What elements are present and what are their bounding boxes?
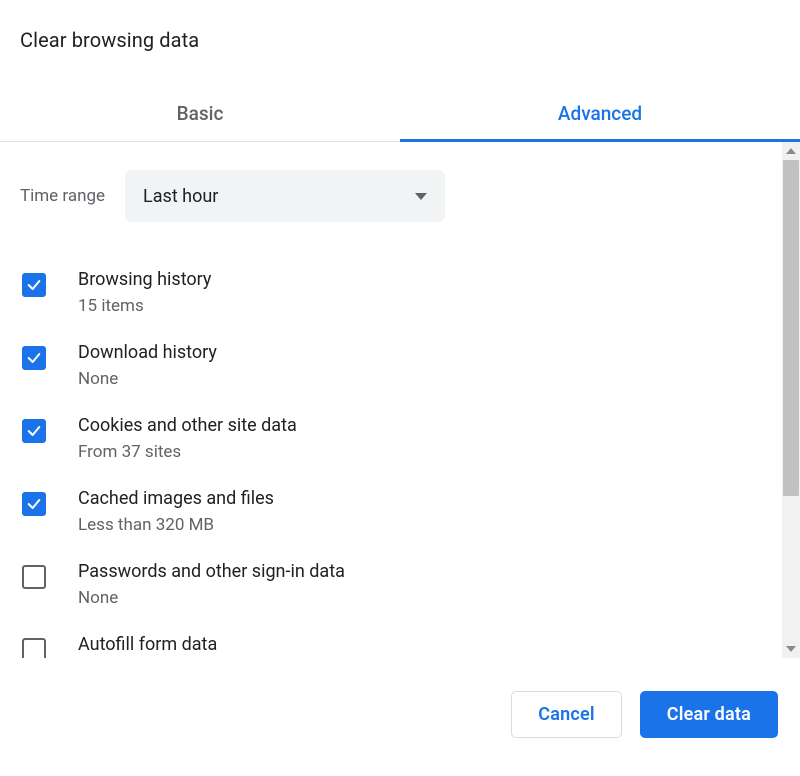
option-title: Cached images and files — [78, 488, 274, 509]
content: Time range Last hour Browsing history 15 … — [0, 142, 782, 658]
option-text: Browsing history 15 items — [78, 269, 211, 316]
scrollbar-track[interactable] — [782, 160, 800, 640]
option-text: Cookies and other site data From 37 sites — [78, 415, 297, 462]
tabs: Basic Advanced — [0, 88, 800, 142]
option-text: Cached images and files Less than 320 MB — [78, 488, 274, 535]
check-icon — [26, 496, 42, 512]
option-title: Autofill form data — [78, 634, 217, 655]
footer: Cancel Clear data — [0, 691, 800, 738]
option-subtitle: None — [78, 369, 217, 389]
option-text: Passwords and other sign-in data None — [78, 561, 345, 608]
option-subtitle: Less than 320 MB — [78, 515, 274, 535]
options-list: Browsing history 15 items Download history… — [22, 256, 762, 658]
tab-advanced[interactable]: Advanced — [400, 88, 800, 141]
tab-basic[interactable]: Basic — [0, 88, 400, 141]
triangle-down-icon — [786, 646, 796, 652]
option-row[interactable]: Browsing history 15 items — [22, 256, 762, 329]
scrollbar-thumb[interactable] — [783, 160, 799, 496]
cancel-button[interactable]: Cancel — [511, 691, 621, 738]
option-subtitle: From 37 sites — [78, 442, 297, 462]
option-title: Browsing history — [78, 269, 211, 290]
scroll-down-button[interactable] — [782, 640, 800, 658]
scroll-up-button[interactable] — [782, 142, 800, 160]
option-subtitle: None — [78, 588, 345, 608]
option-row[interactable]: Download history None — [22, 329, 762, 402]
checkbox[interactable] — [22, 273, 46, 297]
checkbox[interactable] — [22, 346, 46, 370]
checkbox[interactable] — [22, 638, 46, 658]
checkbox[interactable] — [22, 492, 46, 516]
option-row[interactable]: Autofill form data — [22, 621, 762, 658]
scroll-area: Time range Last hour Browsing history 15 … — [0, 142, 800, 658]
option-row[interactable]: Cached images and files Less than 320 MB — [22, 475, 762, 548]
dialog-title: Clear browsing data — [0, 0, 800, 52]
time-range-value: Last hour — [143, 186, 218, 207]
checkbox[interactable] — [22, 419, 46, 443]
time-range-label: Time range — [20, 186, 105, 206]
check-icon — [26, 350, 42, 366]
scrollbar[interactable] — [782, 142, 800, 658]
clear-data-button[interactable]: Clear data — [640, 691, 778, 738]
option-title: Passwords and other sign-in data — [78, 561, 345, 582]
check-icon — [26, 423, 42, 439]
checkbox[interactable] — [22, 565, 46, 589]
option-subtitle: 15 items — [78, 296, 211, 316]
caret-down-icon — [415, 193, 427, 200]
option-text: Download history None — [78, 342, 217, 389]
time-range-row: Time range Last hour — [20, 170, 762, 222]
check-icon — [26, 277, 42, 293]
option-row[interactable]: Passwords and other sign-in data None — [22, 548, 762, 621]
option-row[interactable]: Cookies and other site data From 37 sites — [22, 402, 762, 475]
option-title: Cookies and other site data — [78, 415, 297, 436]
time-range-select[interactable]: Last hour — [125, 170, 445, 222]
option-title: Download history — [78, 342, 217, 363]
triangle-up-icon — [786, 148, 796, 154]
option-text: Autofill form data — [78, 634, 217, 655]
